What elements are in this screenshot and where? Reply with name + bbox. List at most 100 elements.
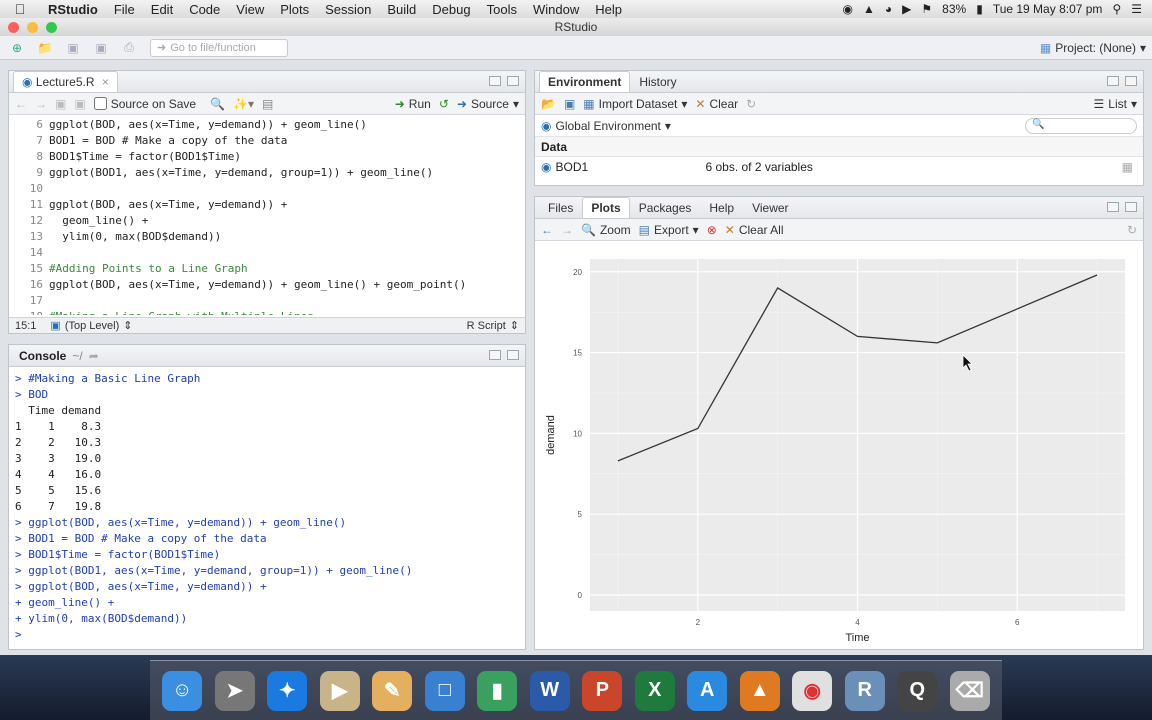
menu-edit[interactable]: Edit [143, 2, 181, 17]
pages-icon[interactable]: ✎ [372, 670, 413, 711]
env-row-bod1[interactable]: ◉ BOD1 6 obs. of 2 variables ▦ [535, 157, 1143, 177]
preview-icon[interactable]: ▶ [319, 670, 360, 711]
volume-icon[interactable]: ▶ [902, 2, 911, 16]
menu-window[interactable]: Window [525, 2, 587, 17]
compile-report-icon[interactable]: ▤ [262, 97, 273, 111]
save-file-icon[interactable]: ▣ [74, 97, 85, 111]
excel-icon[interactable]: X [634, 670, 675, 711]
record-icon[interactable]: ◉ [843, 2, 853, 16]
scope-selector[interactable]: ▣ (Top Level) ⇕ [50, 319, 132, 333]
run-button[interactable]: ➜ Run [395, 97, 431, 111]
menu-code[interactable]: Code [181, 2, 228, 17]
code-line[interactable]: 18#Making a Line Graph with Multiple Lin… [9, 309, 525, 315]
clock[interactable]: Tue 19 May 8:07 pm [993, 2, 1103, 16]
quicktime-icon[interactable]: Q [897, 670, 938, 711]
expand-icon[interactable]: ◉ [541, 160, 551, 174]
show-in-window-icon[interactable]: ▣ [55, 97, 66, 111]
view-data-icon[interactable]: ▦ [1122, 160, 1133, 174]
refresh-icon[interactable]: ↻ [746, 97, 756, 111]
maximize-pane-icon[interactable] [507, 76, 519, 86]
tab-help[interactable]: Help [700, 197, 743, 218]
maximize-pane-icon[interactable] [1125, 202, 1137, 212]
save-icon[interactable]: ▣ [62, 39, 84, 57]
safari-icon[interactable]: ✦ [267, 670, 308, 711]
save-all-icon[interactable]: ▣ [90, 39, 112, 57]
source-on-save-checkbox[interactable] [93, 97, 107, 110]
clear-all-button[interactable]: ✕ Clear All [725, 223, 784, 237]
menu-debug[interactable]: Debug [424, 2, 478, 17]
wifi-icon[interactable]: ◕ [885, 2, 892, 16]
save-workspace-icon[interactable]: ▣ [564, 97, 575, 111]
code-line[interactable]: 9 ggplot(BOD1, aes(x=Time, y=demand, grou… [9, 165, 525, 181]
rerun-icon[interactable]: ↺ [439, 97, 449, 111]
global-env-selector[interactable]: ◉ Global Environment ▾ [541, 119, 671, 133]
rstudio-icon[interactable]: R [844, 670, 885, 711]
trash-icon[interactable]: ⌫ [949, 670, 990, 711]
menu-session[interactable]: Session [317, 2, 379, 17]
matlab-icon[interactable]: ▲ [739, 670, 780, 711]
zoom-window-button[interactable] [46, 22, 57, 33]
refresh-icon[interactable]: ↻ [1127, 223, 1137, 237]
print-icon[interactable]: ⎙ [118, 39, 140, 57]
load-workspace-icon[interactable]: 📂 [541, 97, 556, 111]
minimize-pane-icon[interactable] [1107, 202, 1119, 212]
code-editor[interactable]: 6 ggplot(BOD, aes(x=Time, y=demand)) + ge… [9, 115, 525, 315]
menu-app-name[interactable]: RStudio [40, 2, 106, 17]
source-button[interactable]: ➜ Source ▾ [457, 97, 519, 111]
new-file-icon[interactable]: ⊕ [6, 39, 28, 57]
code-line[interactable]: 10 [9, 181, 525, 197]
minimize-window-button[interactable] [27, 22, 38, 33]
zoom-button[interactable]: 🔍 Zoom [581, 223, 631, 237]
import-dataset-button[interactable]: ▦ Import Dataset ▾ [583, 97, 687, 111]
numbers-icon[interactable]: ▮ [477, 670, 518, 711]
remove-plot-icon[interactable]: ⊗ [707, 223, 717, 237]
flag-icon[interactable]: ⚑ [921, 2, 932, 16]
battery-icon[interactable]: ▮ [976, 2, 983, 16]
list-icon[interactable]: ☰ [1131, 2, 1142, 16]
goto-dir-icon[interactable]: ➦ [89, 349, 99, 363]
tab-history[interactable]: History [630, 71, 685, 92]
tab-files[interactable]: Files [539, 197, 582, 218]
battery-percent[interactable]: 83% [942, 2, 966, 16]
export-button[interactable]: ▤ Export ▾ [639, 223, 699, 237]
filetype-selector[interactable]: R Script ⇕ [467, 319, 519, 333]
launchpad-icon[interactable]: ➤ [214, 670, 255, 711]
tab-environment[interactable]: Environment [539, 71, 631, 92]
close-window-button[interactable] [8, 22, 19, 33]
code-line[interactable]: 15 #Adding Points to a Line Graph [9, 261, 525, 277]
code-line[interactable]: 14 [9, 245, 525, 261]
open-folder-icon[interactable]: 📁 [34, 39, 56, 57]
minimize-pane-icon[interactable] [489, 76, 501, 86]
maximize-pane-icon[interactable] [1125, 76, 1137, 86]
menu-tools[interactable]: Tools [479, 2, 525, 17]
back-arrow-icon[interactable]: ← [541, 223, 553, 237]
source-on-save-toggle[interactable]: Source on Save [93, 97, 196, 111]
menu-plots[interactable]: Plots [272, 2, 317, 17]
code-line[interactable]: 13 ylim(0, max(BOD$demand)) [9, 229, 525, 245]
env-search-input[interactable]: 🔍 [1025, 117, 1137, 134]
code-line[interactable]: 16 ggplot(BOD, aes(x=Time, y=demand)) + g… [9, 277, 525, 293]
code-tools-icon[interactable]: ✨▾ [233, 97, 254, 111]
finder-icon[interactable]: ☺ [162, 670, 203, 711]
menu-help[interactable]: Help [587, 2, 630, 17]
code-line[interactable]: 7 BOD1 = BOD # Make a copy of the data [9, 133, 525, 149]
goto-file-input[interactable]: ➜ Go to file/function [150, 38, 288, 57]
powerpoint-icon[interactable]: P [582, 670, 623, 711]
notification-icon[interactable]: ▲ [863, 2, 875, 16]
project-menu[interactable]: ▦ Project: (None) ▾ [1040, 41, 1146, 55]
code-line[interactable]: 6 ggplot(BOD, aes(x=Time, y=demand)) + ge… [9, 117, 525, 133]
back-arrow-icon[interactable]: ← [15, 97, 27, 111]
view-mode-selector[interactable]: ☰ List ▾ [1094, 97, 1137, 111]
forward-arrow-icon[interactable]: → [561, 223, 573, 237]
minimize-pane-icon[interactable] [489, 350, 501, 360]
tab-packages[interactable]: Packages [630, 197, 701, 218]
code-line[interactable]: 12 geom_line() + [9, 213, 525, 229]
spotlight-icon[interactable]: ⚲ [1112, 2, 1121, 16]
console-output[interactable]: > #Making a Basic Line Graph > BOD Time d… [9, 367, 525, 647]
tab-viewer[interactable]: Viewer [743, 197, 797, 218]
keynote-icon[interactable]: □ [424, 670, 465, 711]
chrome-icon[interactable]: ◉ [792, 670, 833, 711]
code-line[interactable]: 17 [9, 293, 525, 309]
app-store-icon[interactable]: A [687, 670, 728, 711]
code-line[interactable]: 11 ggplot(BOD, aes(x=Time, y=demand)) + [9, 197, 525, 213]
